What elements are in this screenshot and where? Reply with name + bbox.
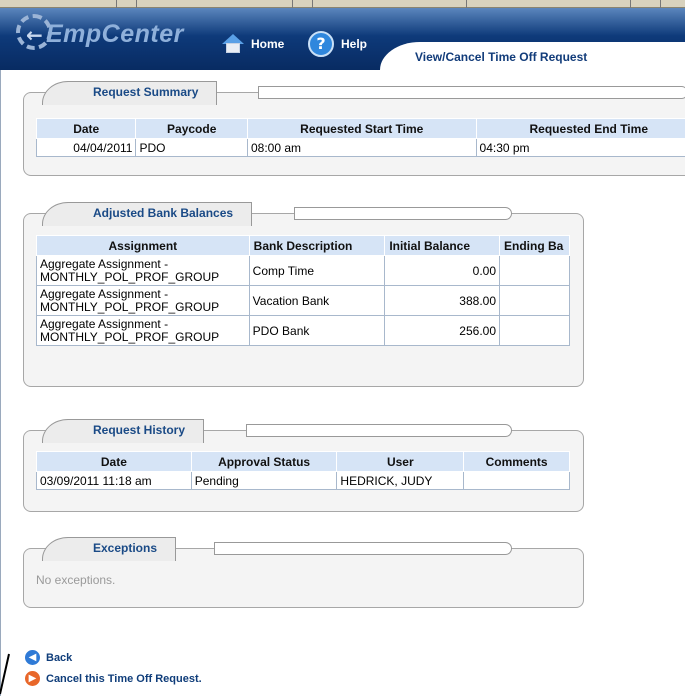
table-row: Aggregate Assignment - MONTHLY_POL_PROF_G… bbox=[36, 315, 570, 346]
table-cell: 08:00 am bbox=[246, 138, 477, 157]
table-row: Aggregate Assignment - MONTHLY_POL_PROF_G… bbox=[36, 255, 570, 286]
table-row: 03/09/2011 11:18 am Pending HEDRICK, JUD… bbox=[36, 471, 570, 490]
column-header: Approval Status bbox=[190, 451, 338, 472]
home-label: Home bbox=[251, 37, 285, 51]
help-label: Help bbox=[341, 37, 368, 51]
column-header: Date bbox=[35, 118, 137, 139]
table-cell bbox=[463, 471, 570, 490]
table-cell: Pending bbox=[190, 471, 338, 490]
column-header: Paycode bbox=[135, 118, 248, 139]
initial-balance-cell: 0.00 bbox=[384, 255, 500, 286]
exceptions-tab: Exceptions bbox=[42, 537, 512, 561]
home-link[interactable]: Home bbox=[222, 31, 284, 57]
bank-description-cell: Vacation Bank bbox=[248, 285, 386, 316]
table-cell: 04:30 pm bbox=[475, 138, 685, 157]
table-cell: PDO bbox=[135, 138, 248, 157]
section-title: Adjusted Bank Balances bbox=[42, 202, 253, 226]
cancel-arrow-icon: ▶ bbox=[25, 671, 40, 686]
back-arrow-icon: ◀ bbox=[25, 650, 40, 665]
help-icon: ? bbox=[308, 31, 334, 57]
column-header: Requested End Time bbox=[475, 118, 685, 139]
request-history-section: Request History Date Approval Status Use… bbox=[23, 419, 584, 512]
back-link[interactable]: ◀ Back bbox=[25, 650, 72, 665]
initial-balance-cell: 388.00 bbox=[384, 285, 500, 316]
column-header: Ending Ba bbox=[499, 235, 570, 256]
column-header: Date bbox=[36, 451, 192, 472]
cancel-request-link[interactable]: ▶ Cancel this Time Off Request. bbox=[25, 671, 202, 686]
initial-balance-cell: 256.00 bbox=[384, 315, 500, 346]
column-header: Initial Balance bbox=[384, 235, 500, 256]
table-row: 04/04/2011 PDO 08:00 am 04:30 pm bbox=[35, 138, 685, 157]
assignment-cell: Aggregate Assignment - MONTHLY_POL_PROF_G… bbox=[36, 315, 250, 346]
table-cell: HEDRICK, JUDY bbox=[336, 471, 465, 490]
section-title: Exceptions bbox=[42, 537, 177, 561]
ending-balance-cell bbox=[499, 315, 570, 346]
table-row: Aggregate Assignment - MONTHLY_POL_PROF_G… bbox=[36, 285, 570, 316]
arrow-left-icon: ← bbox=[26, 23, 43, 47]
bank-description-cell: PDO Bank bbox=[248, 315, 386, 346]
table-header-row: Assignment Bank Description Initial Bala… bbox=[36, 235, 570, 256]
table-cell: 04/04/2011 bbox=[35, 138, 137, 157]
page-title-tab: View/Cancel Time Off Request bbox=[380, 42, 685, 70]
section-title: Request History bbox=[42, 419, 205, 443]
main-content: Request Summary Date Paycode Requested S… bbox=[0, 70, 685, 696]
back-label: Back bbox=[46, 651, 73, 664]
logo-text: EmpCenter bbox=[46, 20, 184, 48]
column-header: Bank Description bbox=[248, 235, 386, 256]
left-edge-mark bbox=[0, 653, 10, 695]
request-history-table: Date Approval Status User Comments 03/09… bbox=[36, 451, 570, 490]
table-header-row: Date Paycode Requested Start Time Reques… bbox=[35, 118, 685, 139]
assignment-cell: Aggregate Assignment - MONTHLY_POL_PROF_G… bbox=[36, 285, 250, 316]
no-exceptions-text: No exceptions. bbox=[36, 573, 116, 587]
request-summary-section: Request Summary Date Paycode Requested S… bbox=[23, 81, 685, 176]
request-summary-table: Date Paycode Requested Start Time Reques… bbox=[35, 118, 685, 157]
assignment-cell: Aggregate Assignment - MONTHLY_POL_PROF_G… bbox=[36, 255, 250, 286]
app-header: ← EmpCenter Home ? Help View/Cancel Time… bbox=[0, 8, 685, 70]
browser-top-strip bbox=[0, 0, 685, 8]
request-summary-tab: Request Summary bbox=[42, 81, 685, 105]
cancel-label: Cancel this Time Off Request. bbox=[46, 672, 202, 685]
ending-balance-cell bbox=[499, 255, 570, 286]
bank-description-cell: Comp Time bbox=[248, 255, 386, 286]
section-title: Request Summary bbox=[42, 81, 218, 105]
bank-balances-tab: Adjusted Bank Balances bbox=[42, 202, 512, 226]
ending-balance-cell bbox=[499, 285, 570, 316]
help-link[interactable]: ? Help bbox=[308, 31, 367, 57]
table-cell: 03/09/2011 11:18 am bbox=[36, 471, 192, 490]
page-title: View/Cancel Time Off Request bbox=[415, 50, 588, 64]
column-header: Comments bbox=[463, 451, 570, 472]
bank-balances-section: Adjusted Bank Balances Assignment Bank D… bbox=[23, 202, 584, 387]
home-icon bbox=[222, 34, 244, 54]
column-header: User bbox=[336, 451, 465, 472]
bank-balances-table: Assignment Bank Description Initial Bala… bbox=[36, 235, 570, 346]
table-header-row: Date Approval Status User Comments bbox=[36, 451, 570, 472]
exceptions-section: Exceptions No exceptions. bbox=[23, 537, 584, 608]
column-header: Assignment bbox=[36, 235, 250, 256]
column-header: Requested Start Time bbox=[246, 118, 477, 139]
empcenter-logo[interactable]: ← EmpCenter bbox=[16, 14, 216, 54]
request-history-tab: Request History bbox=[42, 419, 512, 443]
